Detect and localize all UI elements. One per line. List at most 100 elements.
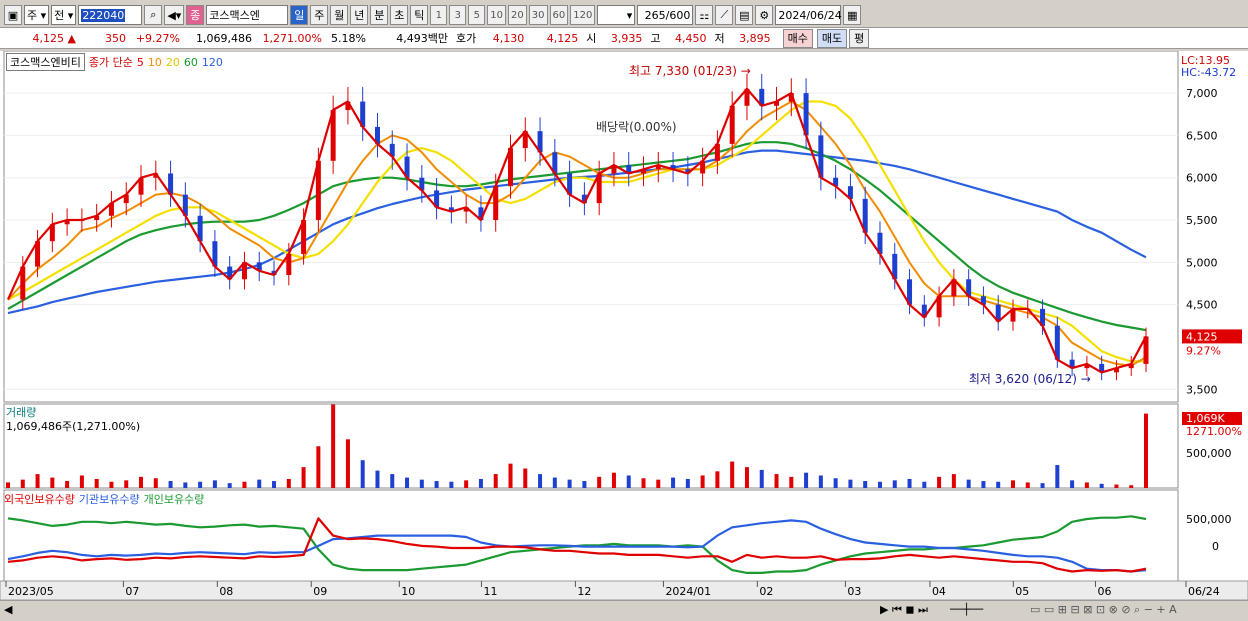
volume-bar [493,474,498,488]
holding-tick-label: 500,000 [1186,513,1232,526]
volume-bar [124,480,129,488]
volume-bar [272,481,277,488]
count-input[interactable]: 265/600 [637,5,694,25]
tab-week[interactable]: 주 [310,5,329,25]
tab-second[interactable]: 초 [390,5,409,25]
view-tool-icons[interactable]: ▭ ▭ ⊞ ⊟ ⊠ ⊡ ⊗ ⊘ ⌕ − + A [1030,603,1177,617]
volume-bar [552,477,557,488]
volume-bar [877,481,882,488]
volume-bar [671,477,676,488]
volume-bar [774,474,779,488]
interval-60[interactable]: 60 [549,5,569,25]
price-tick-label: 6,500 [1186,129,1218,142]
interval-5[interactable]: 5 [468,5,486,25]
interval-3[interactable]: 3 [449,5,467,25]
interval-select[interactable]: ▾ [597,5,636,25]
quote-price: 4,125 ▲ [32,31,76,45]
quote-bid: 4,130 [492,31,525,45]
date-tick-label: 12 [577,585,591,598]
interval-1[interactable]: 1 [430,5,448,25]
legend-institution: 기관보유수량 [78,493,140,506]
playback-controls[interactable]: ▶ ⏮ ◼ ⏭ [880,603,928,617]
date-tick-label: 2024/01 [665,585,711,598]
volume-bar [1025,482,1030,488]
volume-bar [789,476,794,488]
volume-bar [804,472,809,488]
layout-icon[interactable]: ▣ [4,5,22,25]
gear-icon[interactable]: ⚙ [755,5,774,25]
volume-bar [390,474,395,488]
stock-name-field[interactable]: 코스맥스엔 [206,5,289,25]
tab-month[interactable]: 월 [330,5,349,25]
volume-bar [1099,483,1104,488]
volume-bar [242,481,247,488]
volume-tag: 1,069K [1186,412,1225,425]
speaker-icon[interactable]: ◀▾ [164,5,185,25]
price-legend: 코스맥스엔비티 종가 단순 5 10 20 60 120 [6,53,223,71]
date-tick-label: 06/24 [1188,585,1220,598]
volume-bar [818,475,823,488]
volume-bar [996,481,1001,488]
legend-ma-label: 종가 단순 [88,56,133,69]
sell-button[interactable]: 매도 [816,28,848,48]
high-annotation: 최고 7,330 (01/23) → [629,64,751,78]
search-icon[interactable]: ⌕ [144,5,163,25]
low-annotation: 최저 3,620 (06/12) → [969,372,1091,386]
date-input[interactable]: 2024/06/24 [775,5,842,25]
volume-bar [1055,465,1060,488]
volume-bar [582,481,587,488]
quote-change: 350 [105,31,126,45]
volume-bar [922,481,927,488]
quote-open: 3,935 [610,31,643,45]
date-tick-label: 10 [401,585,415,598]
tab-day[interactable]: 일 [290,5,309,25]
volume-bar [153,478,158,488]
holding-tick-label: 0 [1212,540,1219,553]
tab-tick[interactable]: 틱 [410,5,429,25]
quote-ask: 4,125 [546,31,579,45]
period-type-select[interactable]: 주 ▾ [24,5,50,25]
buy-button[interactable]: 매수 [782,28,813,48]
chart-type-icon[interactable]: ⚏ [695,5,714,25]
legend-ma5: 5 [136,55,144,69]
bid-label: 호가 [456,32,477,45]
tab-minute[interactable]: 분 [370,5,389,25]
bottom-scrollbar[interactable]: ◀ ▶ ⏮ ◼ ⏭ ──┼── ▭ ▭ ⊞ ⊟ ⊠ ⊡ ⊗ ⊘ ⌕ − + A [0,600,1248,621]
calendar-icon[interactable]: ▦ [843,5,862,25]
chart-area[interactable]: 7,000 6,500 6,000 5,500 5,000 4,500 3,500 최고 7,… [0,51,1248,600]
volume-bar [538,474,543,488]
volume-bar [375,470,380,488]
stock-code-input[interactable]: 222040 [78,5,143,25]
tab-year[interactable]: 년 [350,5,369,25]
draw-tool-icon[interactable]: ⟋ [715,5,734,25]
volume-bar [478,478,483,488]
volume-bar [79,475,84,488]
interval-30[interactable]: 30 [528,5,548,25]
date-tick-label: 11 [483,585,497,598]
legend-ma60: 60 [183,55,198,69]
volume-bar [109,481,114,488]
interval-120[interactable]: 120 [570,5,596,25]
volume-bar [1114,484,1119,488]
save-icon[interactable]: ▤ [735,5,754,25]
volume-legend-value: 1,069,486주(1,271.00%) [6,420,141,433]
badge: 종 [186,5,205,25]
volume-bar [464,480,469,488]
volume-bar [345,439,350,488]
open-label: 시 [586,32,597,45]
scroll-left-icon[interactable]: ◀ [4,603,12,616]
pct-tag: 9.27% [1186,344,1221,357]
price-tick-label: 3,500 [1186,383,1218,396]
eval-button[interactable]: 평 [849,28,870,48]
zoom-slider[interactable]: ──┼── [950,603,983,616]
prev-select[interactable]: 전 ▾ [51,5,77,25]
interval-20[interactable]: 20 [508,5,527,25]
holding-legend: 외국인보유수량 기관보유수량 개인보유수량 [4,491,204,507]
hc-label: HC:-43.72 [1181,66,1236,79]
quote-change-pct: +9.27% [135,31,180,45]
date-tick-label: 06 [1097,585,1111,598]
volume-bar [508,463,513,488]
volume-bar [20,479,25,488]
interval-10[interactable]: 10 [487,5,507,25]
volume-bar [360,460,365,488]
